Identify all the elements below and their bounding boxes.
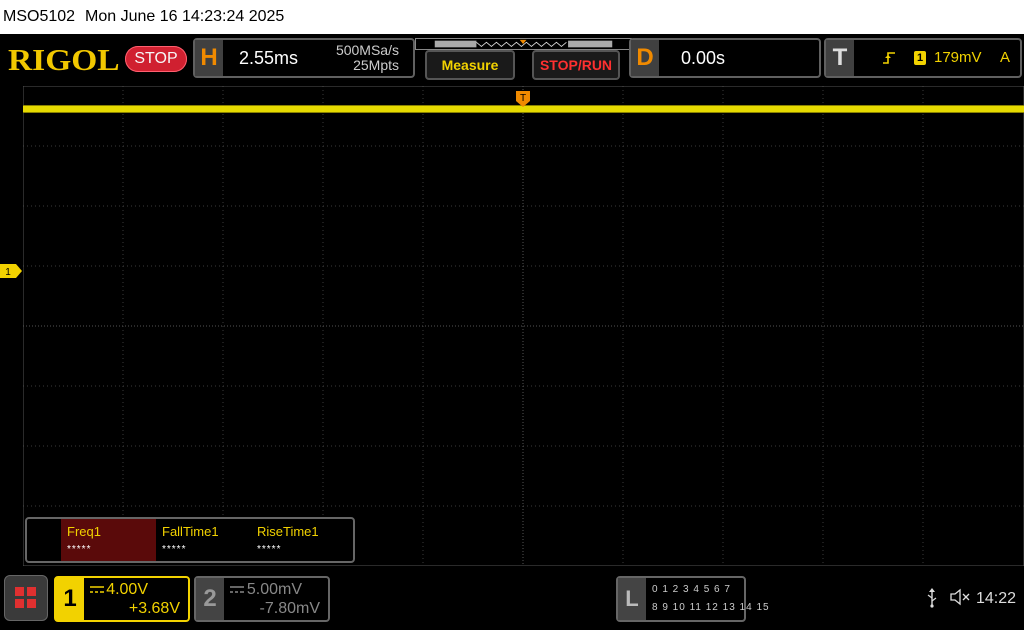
measure-button[interactable]: Measure — [425, 50, 515, 80]
usb-icon[interactable] — [926, 588, 938, 608]
sample-rate: 500MSa/s — [335, 42, 399, 58]
channel-1-offset: +3.68V — [128, 600, 180, 617]
rising-edge-icon — [883, 52, 895, 64]
measurement-label: FallTime1 — [162, 524, 219, 539]
channel-2-scale: 5.00mV — [246, 581, 302, 598]
dc-coupling-icon — [90, 586, 104, 593]
ch1-marker-text: 1 — [5, 267, 11, 278]
horizontal-panel[interactable]: H 2.55ms 500MSa/s 25Mpts — [193, 38, 415, 78]
measurement-value: ***** — [162, 544, 187, 555]
trigger-source-badge: 1 — [914, 51, 926, 65]
measurement-panel[interactable]: Freq1 ***** FallTime1 ***** RiseTime1 **… — [25, 517, 355, 563]
measurement-risetime[interactable]: RiseTime1 ***** — [251, 519, 346, 561]
title-bar: MSO5102 Mon June 16 14:23:24 2025 — [0, 0, 1024, 34]
trigger-level: 179mV — [934, 49, 982, 66]
run-state-badge[interactable]: STOP — [125, 46, 187, 72]
delay-letter: D — [631, 40, 659, 76]
memory-depth: 25Mpts — [353, 57, 399, 73]
stop-run-button[interactable]: STOP/RUN — [532, 50, 620, 80]
date-time: Mon June 16 14:23:24 2025 — [85, 8, 285, 25]
top-toolbar: RIGOL STOP H 2.55ms 500MSa/s 25Mpts Meas… — [0, 34, 1024, 86]
speaker-muted-icon[interactable] — [950, 588, 970, 606]
logic-row-high: 8 9 10 11 12 13 14 15 — [652, 602, 770, 613]
trigger-panel[interactable]: T 1 179mV A — [824, 38, 1022, 78]
measurement-freq[interactable]: Freq1 ***** — [61, 519, 156, 561]
channel-2-number: 2 — [196, 578, 224, 620]
delay-value: 0.00s — [681, 48, 726, 68]
measurement-value: ***** — [67, 544, 92, 555]
trigger-position-marker[interactable]: T — [516, 91, 530, 107]
main-menu-button[interactable] — [4, 575, 48, 621]
delay-panel[interactable]: D 0.00s — [629, 38, 821, 78]
channel-1-scale: 4.00V — [106, 581, 148, 598]
channel-1-box[interactable]: 1 4.00V +3.68V — [54, 576, 190, 622]
waveform-grid[interactable] — [23, 86, 1024, 566]
measurement-label: RiseTime1 — [257, 524, 319, 539]
horizontal-letter: H — [195, 40, 223, 76]
trigger-marker-text: T — [520, 93, 526, 104]
channel-2-box[interactable]: 2 5.00mV -7.80mV — [194, 576, 330, 622]
model-name: MSO5102 — [3, 8, 76, 25]
ch1-offset-marker[interactable]: 1 — [0, 264, 22, 278]
measurement-value: ***** — [257, 544, 282, 555]
measurement-falltime[interactable]: FallTime1 ***** — [156, 519, 251, 561]
brand-logo: RIGOL — [8, 42, 120, 77]
logic-row-low: 0 1 2 3 4 5 6 7 — [652, 584, 731, 595]
logic-channels-box[interactable]: L 0 1 2 3 4 5 6 7 8 9 10 11 12 13 14 15 — [616, 576, 769, 622]
dc-coupling-icon — [230, 586, 244, 593]
trigger-mode: A — [1000, 49, 1011, 66]
trigger-letter: T — [826, 40, 854, 76]
channel-2-offset: -7.80mV — [259, 600, 320, 617]
timebase-value: 2.55ms — [239, 48, 299, 68]
memory-overview-strip — [415, 38, 632, 50]
measurement-label: Freq1 — [67, 524, 101, 539]
grid-menu-icon — [15, 587, 36, 608]
bottom-bar: 1 4.00V +3.68V 2 5.00mV -7.80mV L 0 1 2 … — [0, 566, 1024, 630]
logic-letter: L — [618, 578, 646, 620]
channel-1-number: 1 — [56, 578, 84, 620]
system-clock: 14:22 — [976, 590, 1017, 607]
